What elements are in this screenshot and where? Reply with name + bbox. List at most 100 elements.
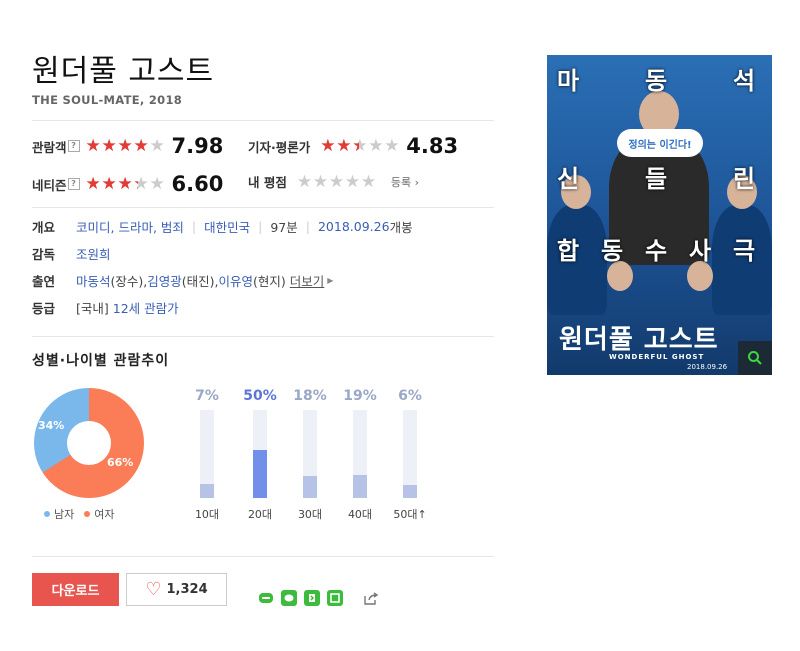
- poster-text: 사: [689, 237, 712, 265]
- age-bar-track: [353, 410, 367, 498]
- grade-link[interactable]: 12세 관람가: [113, 298, 179, 317]
- poster-text: 극: [733, 237, 756, 265]
- more-cast-link[interactable]: 더보기: [290, 271, 325, 290]
- star-icon: ★★: [133, 174, 149, 194]
- age-bar-track: [253, 410, 267, 498]
- zoom-button[interactable]: [738, 341, 772, 375]
- audience-score: 7.98: [171, 134, 224, 158]
- star-icon: ★★: [360, 171, 377, 192]
- my-rating-stars[interactable]: ★★★★★★★★★★: [297, 171, 377, 192]
- poster-text: 마: [557, 67, 580, 95]
- star-icon: ★★: [328, 171, 345, 192]
- genres-link[interactable]: 코미디, 드라마, 범죄: [76, 217, 184, 236]
- netizen-rating-label: 네티즌: [32, 177, 67, 193]
- divider: [32, 556, 494, 557]
- poster-text: 신: [557, 165, 580, 193]
- poster-text: 동: [645, 67, 668, 95]
- age-column: 6% 50대↑: [380, 388, 440, 522]
- age-bar: [353, 475, 367, 498]
- demographics-title: 성별·나이별 관람추이: [32, 353, 170, 369]
- help-icon[interactable]: ?: [67, 140, 80, 152]
- like-button[interactable]: ♡ 1,324: [126, 573, 227, 606]
- heart-icon: ♡: [145, 578, 162, 600]
- poster-text: 동: [601, 237, 624, 265]
- age-bar-track: [303, 410, 317, 498]
- netizen-stars: ★★★★★★★★★★: [85, 174, 166, 194]
- male-percent-label: 34%: [38, 419, 65, 432]
- separator: |: [191, 219, 197, 234]
- movie-poster[interactable]: 정의는 이긴다! 마 동 석 신 들 린 합 동 수 사 극 원더풀 고스트 W…: [547, 55, 772, 375]
- help-icon[interactable]: ?: [67, 178, 80, 190]
- download-button[interactable]: 다운로드: [32, 573, 119, 606]
- poster-en-title: WONDERFUL GHOST: [609, 353, 705, 361]
- critics-stars: ★★★★★★★★★★: [320, 136, 400, 156]
- age-label-text: 20대: [247, 508, 273, 521]
- age-label-text: 50대: [393, 508, 418, 521]
- star-icon: ★★: [312, 171, 329, 192]
- poster-bubble: 정의는 이긴다!: [617, 129, 703, 157]
- separator: |: [258, 219, 263, 234]
- poster-text: 린: [733, 165, 756, 193]
- my-rating-label: 내 평점: [248, 175, 287, 190]
- runtime: 97분: [270, 220, 298, 235]
- age-bar-track: [403, 410, 417, 498]
- poster-text: 들: [645, 165, 668, 193]
- share-icon[interactable]: [363, 590, 379, 606]
- poster-title: 원더풀 고스트: [559, 325, 719, 355]
- like-count: 1,324: [166, 582, 208, 597]
- poster-date: 2018.09.26: [687, 363, 728, 371]
- poster-text: 석: [733, 67, 756, 95]
- male-dot-icon: [44, 511, 50, 517]
- age-percent-label: 6%: [398, 388, 422, 404]
- age-label-text: 30대: [297, 508, 323, 521]
- audience-stars: ★★★★★★★★★★: [85, 136, 166, 156]
- age-bar: [200, 484, 214, 498]
- cast-role: (현지): [253, 274, 286, 289]
- male-label: 남자: [54, 508, 75, 521]
- release-date-link[interactable]: 2018.09.26: [318, 219, 390, 234]
- overview-label: 개요: [32, 220, 56, 235]
- cast-link[interactable]: 이유영: [219, 271, 254, 290]
- audience-rating-label: 관람객: [32, 139, 67, 155]
- age-bar: [403, 485, 417, 498]
- age-bar: [253, 450, 267, 498]
- age-bar: [303, 476, 317, 498]
- separator: |: [305, 219, 310, 234]
- country-link[interactable]: 대한민국: [204, 217, 250, 236]
- critics-rating: 기자·평론가 ★★★★★★★★★★ 4.83: [248, 134, 458, 158]
- poster-text: 수: [645, 237, 668, 265]
- band-share-icon[interactable]: [304, 590, 320, 606]
- movie-title: 원더풀 고스트: [32, 54, 215, 89]
- kakao-share-icon[interactable]: [281, 590, 297, 606]
- cast-link[interactable]: 마동석: [76, 271, 111, 290]
- netizen-rating: 네티즌 ? ★★★★★★★★★★ 6.60: [32, 172, 223, 196]
- cast-row: 출연 마동석 (장수), 김영광 (태진), 이유영 (현지) 더보기 ▶: [32, 271, 333, 290]
- grade-label: 등급: [32, 301, 56, 316]
- caret-right-icon: ▶: [327, 276, 334, 285]
- star-icon: ★★: [117, 136, 133, 156]
- register-label: 등록: [390, 175, 412, 189]
- grade-prefix: [국내]: [76, 301, 109, 316]
- star-icon: ★★: [149, 136, 165, 156]
- star-icon: ★★: [117, 174, 133, 194]
- audience-rating: 관람객 ? ★★★★★★★★★★ 7.98: [32, 134, 223, 158]
- my-rating: 내 평점 ★★★★★★★★★★ 등록 ›: [248, 172, 419, 191]
- age-label-text: 10대: [194, 508, 220, 521]
- line-share-icon[interactable]: [258, 590, 274, 606]
- cast-link[interactable]: 김영광: [147, 271, 182, 290]
- divider: [32, 207, 494, 208]
- divider: [32, 336, 494, 337]
- director-label: 감독: [32, 247, 56, 262]
- register-rating-link[interactable]: 등록 ›: [391, 174, 419, 190]
- director-link[interactable]: 조원희: [76, 244, 111, 263]
- star-icon: ★★: [85, 136, 101, 156]
- star-icon: ★★: [85, 174, 101, 194]
- movie-subtitle: THE SOUL-MATE, 2018: [32, 93, 183, 107]
- up-arrow-icon: ↑: [417, 508, 427, 521]
- cafe-share-icon[interactable]: [327, 590, 343, 606]
- age-label-text: 40대: [347, 508, 373, 521]
- search-icon: [748, 351, 762, 365]
- star-icon: ★★: [101, 136, 117, 156]
- star-icon: ★★: [320, 136, 336, 156]
- cast-role: (장수),: [110, 274, 148, 289]
